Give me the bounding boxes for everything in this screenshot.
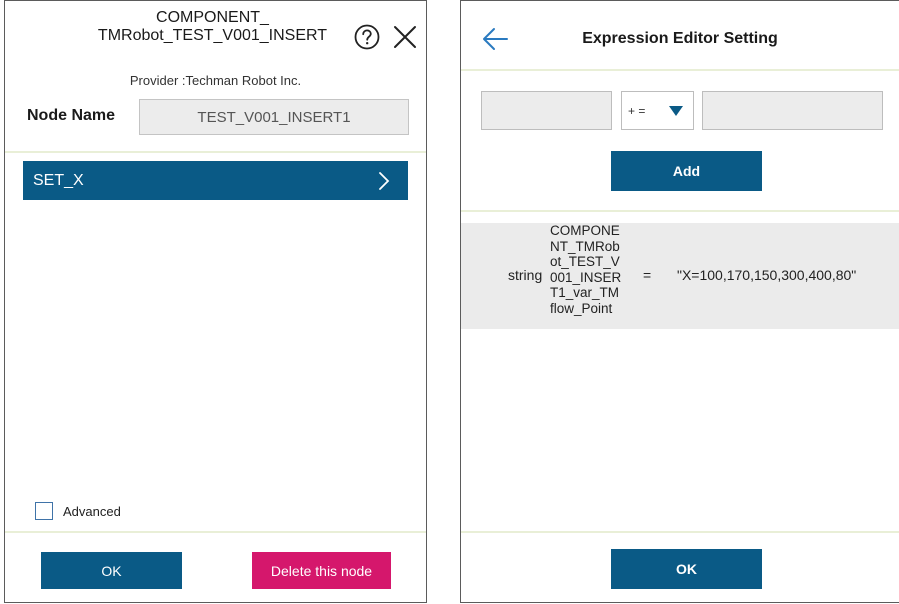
ok-button[interactable]: OK [41,552,182,589]
close-icon[interactable] [392,24,418,50]
divider [5,151,426,153]
node-title: COMPONENT_ TMRobot_TEST_V001_INSERT [80,9,345,45]
expression-editor-title: Expression Editor Setting [582,30,778,47]
divider [5,531,426,533]
expression-variable-name: COMPONENT_TMRobot_TEST_V001_INSERT1_var_… [550,223,622,316]
list-item-label: SET_X [33,172,84,189]
node-title-line2: TMRobot_TEST_V001_INSERT [97,27,328,44]
operator-dropdown[interactable]: + = [621,91,694,130]
ok-button[interactable]: OK [611,549,762,589]
list-item-set-x[interactable]: SET_X [23,161,408,200]
expression-editor-panel: Expression Editor Setting + = Add string… [460,0,899,603]
help-icon[interactable] [354,24,380,50]
add-button[interactable]: Add [611,151,762,191]
divider [461,69,899,71]
expression-row[interactable]: string COMPONENT_TMRobot_TEST_V001_INSER… [461,223,899,329]
dropdown-caret-icon [669,106,683,116]
node-name-field[interactable] [139,99,409,135]
expression-value: "X=100,170,150,300,400,80" [677,267,857,283]
provider-text: Provider :Techman Robot Inc. [129,73,302,88]
delete-node-button[interactable]: Delete this node [252,552,391,589]
chevron-right-icon [379,172,390,190]
node-name-label: Node Name [27,107,116,124]
advanced-label: Advanced [63,504,121,519]
left-operand-field[interactable] [481,91,612,130]
operator-value: + = [628,104,646,118]
node-title-line1: COMPONENT_ [156,9,269,26]
divider [461,210,899,212]
expression-type: string [508,267,543,283]
expression-operator: = [643,267,652,283]
divider [461,531,899,533]
right-operand-field[interactable] [702,91,883,130]
node-settings-panel: COMPONENT_ TMRobot_TEST_V001_INSERT Prov… [4,0,427,603]
advanced-checkbox[interactable] [35,502,53,520]
